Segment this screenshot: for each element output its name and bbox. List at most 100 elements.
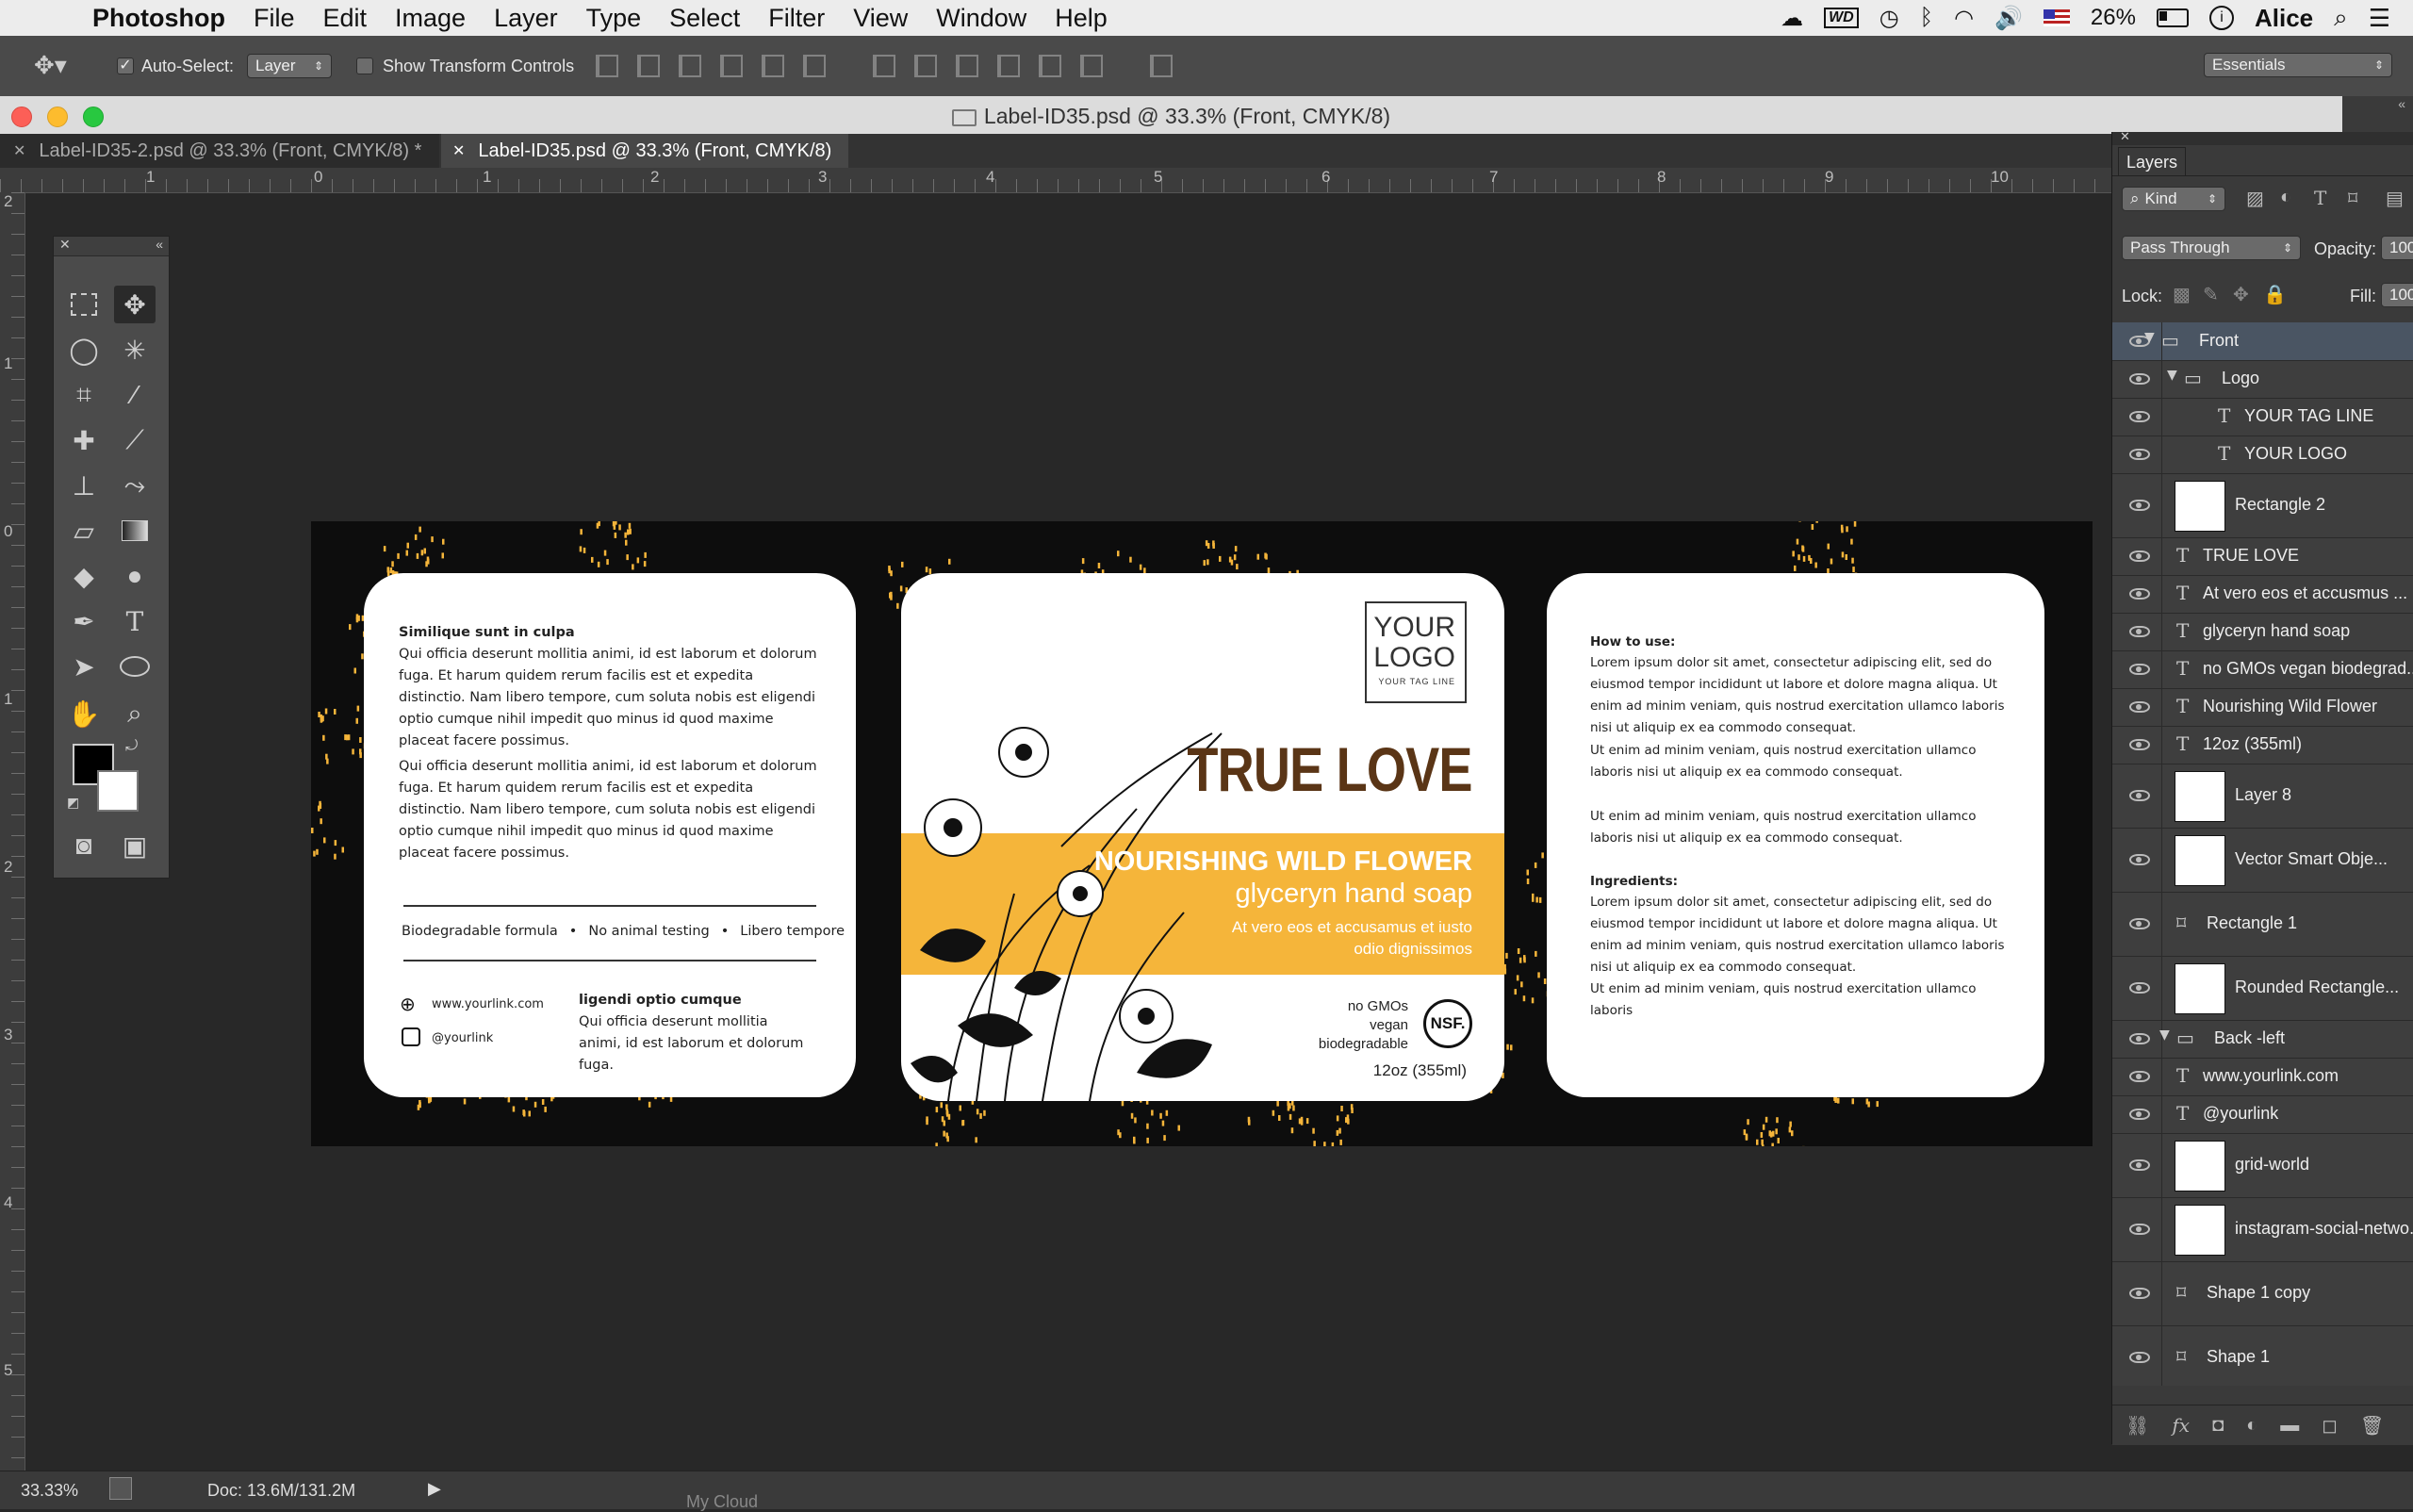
lock-image-icon[interactable]: ✎: [2203, 283, 2219, 306]
visibility-eye-icon[interactable]: [2129, 411, 2150, 422]
menu-help[interactable]: Help: [1055, 4, 1108, 33]
layer-row[interactable]: Rectangle 2: [2112, 473, 2413, 538]
info-icon[interactable]: i: [2209, 6, 2234, 30]
layer-row[interactable]: TAt vero eos et accusmus ...: [2112, 575, 2413, 614]
healing-brush-icon[interactable]: ✚: [63, 421, 105, 459]
workspace-dropdown[interactable]: Essentials ⇕: [2204, 53, 2392, 77]
crop-tool-icon[interactable]: ⌗: [63, 376, 105, 414]
collapse-panels-icon[interactable]: «: [2398, 96, 2405, 111]
zoom-level[interactable]: 33.33%: [21, 1481, 78, 1501]
layer-row[interactable]: Rounded Rectangle...: [2112, 956, 2413, 1021]
close-panel-icon[interactable]: ✕: [2120, 129, 2130, 144]
menu-file[interactable]: File: [254, 4, 295, 33]
layer-row[interactable]: TTRUE LOVE: [2112, 537, 2413, 576]
menu-app-name[interactable]: Photoshop: [92, 4, 225, 33]
distribute-bottom-icon[interactable]: [956, 55, 978, 77]
opacity-input[interactable]: 100: [2381, 236, 2413, 260]
filter-kind-dropdown[interactable]: ⌕ Kind ⇕: [2122, 187, 2225, 211]
blend-mode-dropdown[interactable]: Pass Through ⇕: [2122, 236, 2301, 260]
status-menu-arrow-icon[interactable]: ▶: [428, 1479, 441, 1499]
label-back-left-panel[interactable]: Similique sunt in culpa Qui officia dese…: [364, 573, 856, 1097]
visibility-eye-icon[interactable]: [2129, 1071, 2150, 1082]
auto-select-checkbox[interactable]: ✓: [117, 58, 134, 74]
battery-percent[interactable]: 26%: [2091, 5, 2136, 31]
distribute-hcenter-icon[interactable]: [1039, 55, 1061, 77]
layer-row[interactable]: Tno GMOs vegan biodegrad...: [2112, 650, 2413, 689]
align-left-icon[interactable]: [720, 55, 743, 77]
tab-label-id35-2[interactable]: ✕ Label-ID35-2.psd @ 33.3% (Front, CMYK/…: [0, 134, 439, 168]
magic-wand-icon[interactable]: ✳: [114, 331, 156, 369]
cloud-sync-icon[interactable]: ☁: [1781, 5, 1803, 32]
menu-layer[interactable]: Layer: [494, 4, 558, 33]
lock-transparent-icon[interactable]: ▩: [2173, 283, 2191, 306]
lock-all-icon[interactable]: 🔒: [2263, 283, 2287, 306]
expand-triangle-icon[interactable]: ▼: [2167, 368, 2177, 383]
distribute-left-icon[interactable]: [997, 55, 1020, 77]
visibility-eye-icon[interactable]: [2129, 373, 2150, 385]
distribute-top-icon[interactable]: [873, 55, 895, 77]
filter-shape-icon[interactable]: ⌑: [2348, 187, 2357, 210]
visibility-eye-icon[interactable]: [2129, 664, 2150, 675]
filter-adjustment-icon[interactable]: ◐: [2280, 187, 2291, 208]
visibility-eye-icon[interactable]: [2129, 1033, 2150, 1044]
layer-row[interactable]: grid-world: [2112, 1133, 2413, 1198]
auto-align-icon[interactable]: [1150, 55, 1173, 77]
pen-tool-icon[interactable]: ✒: [63, 602, 105, 640]
eraser-tool-icon[interactable]: ▱: [63, 512, 105, 550]
bluetooth-icon[interactable]: ᛒ: [1920, 5, 1933, 31]
layers-tab[interactable]: Layers: [2118, 147, 2186, 176]
new-adjustment-icon[interactable]: ◐: [2246, 1415, 2257, 1437]
visibility-eye-icon[interactable]: [2129, 854, 2150, 865]
eyedropper-icon[interactable]: ⁄: [114, 376, 156, 414]
delete-layer-icon[interactable]: 🗑: [2360, 1414, 2384, 1438]
filter-smart-object-icon[interactable]: ▤: [2386, 187, 2404, 210]
visibility-eye-icon[interactable]: [2129, 588, 2150, 600]
expand-triangle-icon[interactable]: ▼: [2159, 1027, 2170, 1043]
menu-window[interactable]: Window: [936, 4, 1026, 33]
gradient-tool-icon[interactable]: [114, 512, 156, 550]
align-right-icon[interactable]: [803, 55, 826, 77]
new-layer-icon[interactable]: ◻: [2322, 1414, 2338, 1438]
align-vcenter-icon[interactable]: [637, 55, 660, 77]
add-mask-icon[interactable]: ◘: [2212, 1415, 2224, 1437]
proof-icon[interactable]: [109, 1477, 132, 1500]
layer-row[interactable]: ▼▭Front: [2112, 322, 2413, 361]
distribute-vcenter-icon[interactable]: [914, 55, 937, 77]
history-brush-icon[interactable]: ⤳: [114, 467, 156, 504]
show-transform-checkbox[interactable]: [356, 58, 373, 74]
default-colors-icon[interactable]: ◩: [67, 795, 79, 811]
blur-tool-icon[interactable]: ◆: [63, 557, 105, 595]
fill-input[interactable]: 100: [2381, 283, 2413, 307]
quick-mask-icon[interactable]: ◙: [63, 827, 105, 864]
visibility-eye-icon[interactable]: [2129, 1159, 2150, 1171]
label-back-right-panel[interactable]: How to use: Lorem ipsum dolor sit amet, …: [1547, 573, 2044, 1097]
collapse-panel-icon[interactable]: «: [156, 237, 163, 252]
visibility-eye-icon[interactable]: [2129, 1352, 2150, 1363]
layer-row[interactable]: ⌑Shape 1: [2112, 1325, 2413, 1386]
layer-row[interactable]: TYOUR LOGO: [2112, 436, 2413, 474]
menu-edit[interactable]: Edit: [323, 4, 368, 33]
menu-image[interactable]: Image: [395, 4, 466, 33]
clone-stamp-icon[interactable]: ⊥: [63, 467, 105, 504]
layer-row[interactable]: ⌑Shape 1 copy: [2112, 1261, 2413, 1326]
background-color-swatch[interactable]: [97, 770, 139, 812]
layer-row[interactable]: T@yourlink: [2112, 1095, 2413, 1134]
swap-colors-icon[interactable]: ⤾: [125, 738, 138, 755]
layer-row[interactable]: TYOUR TAG LINE: [2112, 398, 2413, 436]
new-group-icon[interactable]: ▬: [2280, 1415, 2299, 1437]
layer-row[interactable]: ▼▭Back -left: [2112, 1020, 2413, 1059]
visibility-eye-icon[interactable]: [2129, 701, 2150, 713]
lasso-tool-icon[interactable]: ◯: [63, 331, 105, 369]
filter-pixel-icon[interactable]: ▨: [2246, 187, 2264, 210]
tab-close-icon[interactable]: ✕: [452, 141, 465, 160]
move-tool-preset-icon[interactable]: ✥▾: [34, 51, 67, 80]
visibility-eye-icon[interactable]: [2129, 1288, 2150, 1299]
tab-label-id35[interactable]: ✕ Label-ID35.psd @ 33.3% (Front, CMYK/8): [441, 134, 848, 168]
filter-type-icon[interactable]: T: [2314, 187, 2326, 209]
marquee-tool-icon[interactable]: [63, 286, 105, 323]
dodge-tool-icon[interactable]: ●: [114, 557, 156, 595]
time-machine-icon[interactable]: ◷: [1880, 5, 1899, 32]
align-hcenter-icon[interactable]: [762, 55, 784, 77]
screen-mode-icon[interactable]: ▣: [114, 827, 156, 864]
distribute-right-icon[interactable]: [1080, 55, 1103, 77]
